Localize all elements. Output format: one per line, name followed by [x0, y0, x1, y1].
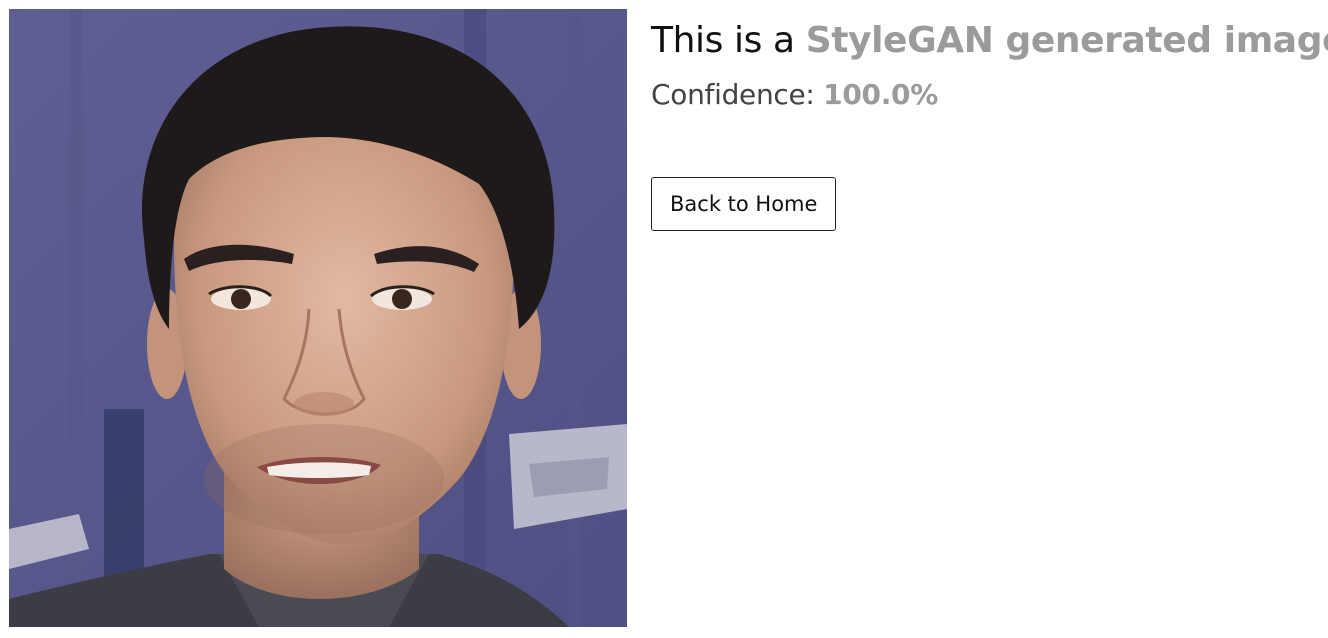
result-prefix: This is a	[651, 20, 806, 61]
result-page: This is a StyleGAN generated image Confi…	[0, 0, 1328, 638]
confidence-label: Confidence:	[651, 78, 824, 111]
analyzed-face-image	[9, 9, 627, 627]
back-to-home-button[interactable]: Back to Home	[651, 177, 837, 231]
confidence-line: Confidence: 100.0%	[651, 68, 1321, 122]
classification-label: StyleGAN generated image	[805, 20, 1328, 61]
confidence-value: 100.0%	[823, 78, 938, 111]
result-heading: This is a StyleGAN generated image	[651, 14, 1328, 68]
result-panel: This is a StyleGAN generated image Confi…	[651, 14, 1328, 231]
